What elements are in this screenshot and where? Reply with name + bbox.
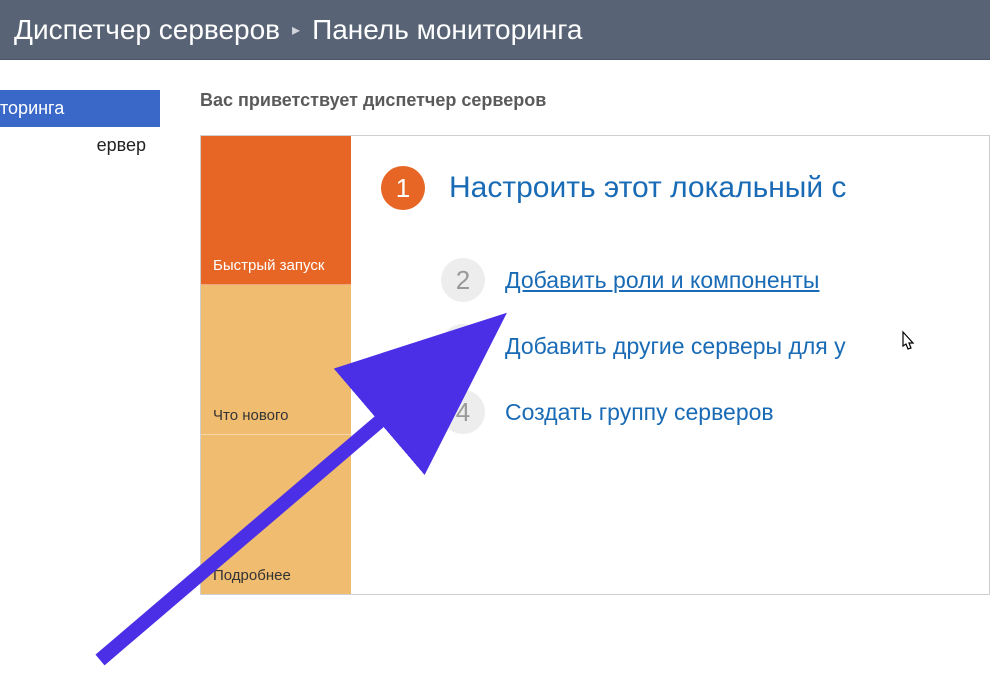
step-add-roles[interactable]: 2 Добавить роли и компоненты <box>441 258 989 302</box>
sidebar-item-label: ервер <box>97 135 146 155</box>
header: Диспетчер серверов ▸ Панель мониторинга <box>0 0 990 60</box>
tile-label: Что нового <box>213 407 288 424</box>
sidebar-item-label: торинга <box>0 98 64 118</box>
step-number-badge: 3 <box>441 324 485 368</box>
tile-label: Быстрый запуск <box>213 257 324 274</box>
tile-label: Подробнее <box>213 567 291 584</box>
step-number-badge: 1 <box>381 166 425 210</box>
step-add-servers[interactable]: 3 Добавить другие серверы для у <box>441 324 989 368</box>
main: Вас приветствует диспетчер серверов Быст… <box>160 60 990 665</box>
breadcrumb-root[interactable]: Диспетчер серверов <box>14 14 280 46</box>
sidebar: торинга ервер <box>0 60 160 665</box>
step-text: Создать группу серверов <box>505 399 774 426</box>
tile-learnmore[interactable]: Подробнее <box>201 435 351 594</box>
tile-whatsnew[interactable]: Что нового <box>201 285 351 434</box>
left-tiles: Быстрый запуск Что нового Подробнее <box>201 136 351 594</box>
step-text: Настроить этот локальный с <box>449 171 846 205</box>
breadcrumb-separator-icon: ▸ <box>292 20 300 40</box>
breadcrumb-current: Панель мониторинга <box>312 14 582 46</box>
step-text-link[interactable]: Добавить роли и компоненты <box>505 267 819 294</box>
welcome-title: Вас приветствует диспетчер серверов <box>200 90 990 111</box>
step-create-group[interactable]: 4 Создать группу серверов <box>441 390 989 434</box>
step-number-badge: 4 <box>441 390 485 434</box>
layout: торинга ервер Вас приветствует диспетчер… <box>0 60 990 665</box>
sidebar-item-server[interactable]: ервер <box>0 127 160 164</box>
steps-panel: 1 Настроить этот локальный с 2 Добавить … <box>351 136 989 594</box>
step-number-badge: 2 <box>441 258 485 302</box>
step-text: Добавить другие серверы для у <box>505 333 846 360</box>
breadcrumb: Диспетчер серверов ▸ Панель мониторинга <box>14 14 582 46</box>
tiles-container: Быстрый запуск Что нового Подробнее 1 На… <box>200 135 990 595</box>
tile-quickstart[interactable]: Быстрый запуск <box>201 136 351 285</box>
step-configure[interactable]: 1 Настроить этот локальный с <box>381 166 989 210</box>
sidebar-item-dashboard[interactable]: торинга <box>0 90 160 127</box>
